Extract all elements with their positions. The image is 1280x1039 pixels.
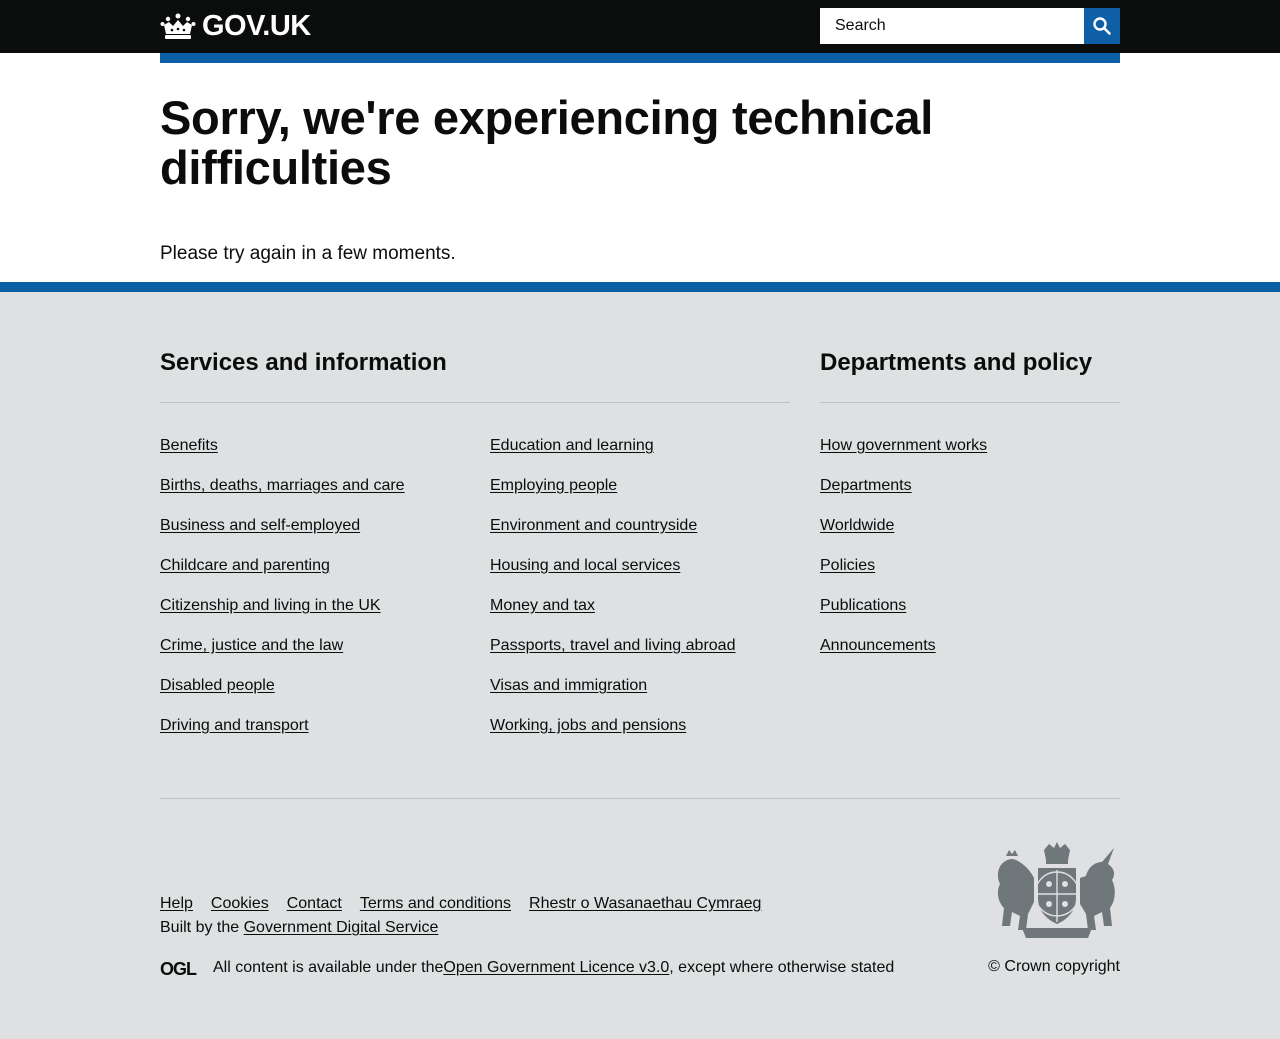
departments-list: How government works Departments Worldwi… — [820, 435, 987, 675]
crown-icon — [160, 13, 196, 39]
footer-divider — [160, 798, 1120, 799]
footer-link-cookies[interactable]: Cookies — [211, 893, 269, 915]
list-item: Driving and transport — [160, 715, 405, 755]
footer-link-terms[interactable]: Terms and conditions — [360, 893, 511, 915]
list-item: Announcements — [820, 635, 987, 675]
ogl-logo-text: OGL — [160, 960, 197, 977]
footer-link-help[interactable]: Help — [160, 893, 193, 915]
footer-link-passports[interactable]: Passports, travel and living abroad — [490, 637, 735, 654]
footer-link-policies[interactable]: Policies — [820, 557, 875, 574]
services-list-column-1: Benefits Births, deaths, marriages and c… — [160, 435, 405, 755]
list-item: Disabled people — [160, 675, 405, 715]
list-item: Citizenship and living in the UK — [160, 595, 405, 635]
site-header: GOV.UK — [0, 0, 1280, 53]
footer-link-welsh[interactable]: Rhestr o Wasanaethau Cymraeg — [529, 893, 761, 915]
footer-link-citizenship[interactable]: Citizenship and living in the UK — [160, 597, 381, 614]
footer-link-environment[interactable]: Environment and countryside — [490, 517, 697, 534]
departments-heading: Departments and policy — [820, 349, 1093, 376]
royal-coat-of-arms-link[interactable] — [994, 842, 1120, 946]
list-item: Departments — [820, 475, 987, 515]
services-list-column-2: Education and learning Employing people … — [490, 435, 735, 755]
footer-link-contact[interactable]: Contact — [287, 893, 342, 915]
footer-link-education[interactable]: Education and learning — [490, 437, 654, 454]
crown-copyright: © Crown copyright — [988, 958, 1120, 975]
list-item: Housing and local services — [490, 555, 735, 595]
footer-link-how-government-works[interactable]: How government works — [820, 437, 987, 454]
list-item: Passports, travel and living abroad — [490, 635, 735, 675]
search-form — [820, 8, 1120, 44]
list-item: Policies — [820, 555, 987, 595]
main-content: Sorry, we're experiencing technical diff… — [160, 63, 1120, 282]
list-item: Working, jobs and pensions — [490, 715, 735, 755]
built-by-prefix: Built by the — [160, 919, 244, 936]
footer-meta-links: Help Cookies Contact Terms and condition… — [160, 893, 761, 915]
footer-link-crime[interactable]: Crime, justice and the law — [160, 637, 343, 654]
footer-container: Services and information Benefits Births… — [160, 292, 1120, 1039]
page-body-text: Please try again in a few moments. — [160, 243, 456, 264]
footer-link-money[interactable]: Money and tax — [490, 597, 595, 614]
licence-text: OGL All content is available under the O… — [160, 957, 894, 979]
logo-text: GOV.UK — [202, 9, 311, 42]
gds-link[interactable]: Government Digital Service — [244, 919, 439, 936]
footer-link-departments[interactable]: Departments — [820, 477, 912, 494]
page-title: Sorry, we're experiencing technical diff… — [160, 91, 934, 194]
footer-link-housing[interactable]: Housing and local services — [490, 557, 680, 574]
footer-link-visas[interactable]: Visas and immigration — [490, 677, 647, 694]
footer-link-employing[interactable]: Employing people — [490, 477, 617, 494]
list-item: Benefits — [160, 435, 405, 475]
search-input[interactable] — [820, 8, 1084, 44]
list-item: Employing people — [490, 475, 735, 515]
header-container: GOV.UK — [160, 0, 1120, 53]
footer-link-childcare[interactable]: Childcare and parenting — [160, 557, 330, 574]
royal-crest-icon — [997, 842, 1115, 938]
services-divider — [160, 402, 790, 403]
departments-divider — [820, 402, 1120, 403]
list-item: Education and learning — [490, 435, 735, 475]
list-item: Crime, justice and the law — [160, 635, 405, 675]
list-item: Environment and countryside — [490, 515, 735, 555]
footer-link-publications[interactable]: Publications — [820, 597, 906, 614]
govuk-logo-link[interactable]: GOV.UK — [160, 9, 311, 43]
list-item: Visas and immigration — [490, 675, 735, 715]
search-icon — [1093, 17, 1111, 35]
ogl-logo-icon: OGL — [160, 960, 198, 977]
footer-link-driving[interactable]: Driving and transport — [160, 717, 309, 734]
footer-link-births[interactable]: Births, deaths, marriages and care — [160, 477, 405, 494]
list-item: Childcare and parenting — [160, 555, 405, 595]
list-item: Business and self-employed — [160, 515, 405, 555]
footer-link-announcements[interactable]: Announcements — [820, 637, 936, 654]
list-item: Publications — [820, 595, 987, 635]
licence-prefix: All content is available under the — [213, 959, 444, 976]
services-heading: Services and information — [160, 349, 447, 376]
licence-suffix: , except where otherwise stated — [669, 959, 895, 976]
footer-link-disabled[interactable]: Disabled people — [160, 677, 275, 694]
built-by-text: Built by the Government Digital Service — [160, 917, 438, 939]
footer-link-worldwide[interactable]: Worldwide — [820, 517, 894, 534]
site-footer: Services and information Benefits Births… — [0, 282, 1280, 1039]
footer-link-benefits[interactable]: Benefits — [160, 437, 218, 454]
footer-link-business[interactable]: Business and self-employed — [160, 517, 360, 534]
list-item: Money and tax — [490, 595, 735, 635]
list-item: How government works — [820, 435, 987, 475]
list-item: Births, deaths, marriages and care — [160, 475, 405, 515]
header-accent-bar — [160, 53, 1120, 63]
list-item: Worldwide — [820, 515, 987, 555]
search-button[interactable] — [1084, 8, 1120, 44]
ogl-licence-link[interactable]: Open Government Licence v3.0 — [443, 957, 669, 979]
footer-link-working[interactable]: Working, jobs and pensions — [490, 717, 686, 734]
